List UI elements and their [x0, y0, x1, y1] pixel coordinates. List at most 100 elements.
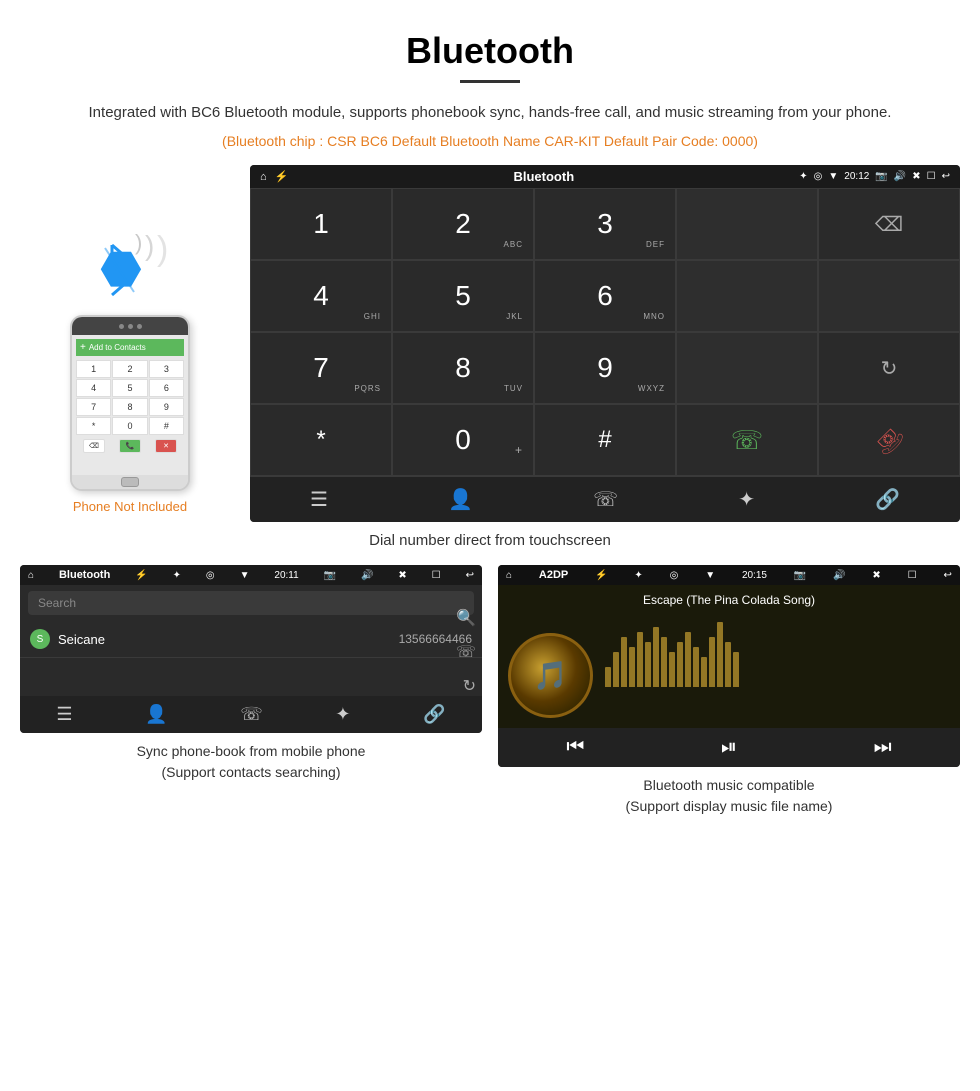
home-icon: ⌂ [260, 171, 267, 183]
wifi-icon: ▼ [828, 171, 838, 182]
music-time: 20:15 [742, 570, 767, 581]
hangup-button[interactable]: ☏ [818, 404, 960, 476]
next-button[interactable]: ⏭ [874, 736, 892, 759]
dial-caption: Dial number direct from touchscreen [0, 532, 980, 549]
backspace-button[interactable]: ⌫ [818, 188, 960, 260]
call-button[interactable]: ☏ [676, 404, 818, 476]
bt-icon[interactable]: ✦ [738, 487, 755, 512]
pb-bt-icon: ✦ [173, 570, 181, 581]
bt-status-icon: ✦ [799, 171, 807, 182]
key-2[interactable]: 2 ABC [392, 188, 534, 260]
music-window-icon: ☐ [908, 570, 917, 581]
music-vol-icon: 🔊 [833, 570, 845, 581]
pb-window-icon: ☐ [432, 570, 441, 581]
phonebook-action-bar: ☰ 👤 ☏ ✦ 🔗 [20, 696, 482, 733]
key-7[interactable]: 7 PQRS [250, 332, 392, 404]
pb-link-icon[interactable]: 🔗 [423, 704, 445, 725]
pb-bt-action-icon[interactable]: ✦ [335, 704, 350, 725]
phone-container: ) ) ) ⬣ [20, 165, 240, 514]
dialpad-screen-title: Bluetooth [513, 169, 574, 184]
phone-numpad: 1 2 3 4 5 6 7 8 9 * 0 # [76, 360, 184, 435]
contact-number: 13566664466 [399, 632, 472, 646]
phone-icon[interactable]: ☏ [593, 487, 618, 512]
usb-icon: ⚡ [275, 170, 289, 183]
svg-text:): ) [145, 230, 154, 261]
svg-text:): ) [157, 230, 168, 268]
close-icon: ✖ [912, 171, 920, 182]
pb-phone-icon[interactable]: ☏ [240, 704, 263, 725]
description-text: Integrated with BC6 Bluetooth module, su… [0, 101, 980, 125]
title-divider [460, 80, 520, 83]
album-art: 🎵 [508, 633, 593, 718]
dialpad-status-bar: ⌂ ⚡ Bluetooth ✦ ◎ ▼ 20:12 📷 🔊 ✖ ☐ ↩ [250, 165, 960, 188]
music-content: 🎵 [498, 623, 960, 728]
music-home-icon: ⌂ [506, 570, 512, 581]
bottom-screenshots: ⌂ Bluetooth ⚡ ✦ ◎ ▼ 20:11 📷 🔊 ✖ ☐ ↩ Sear… [0, 565, 980, 817]
key-9[interactable]: 9 WXYZ [534, 332, 676, 404]
pb-wifi-icon: ▼ [240, 570, 250, 581]
pb-location-icon: ◎ [206, 570, 215, 581]
phone-top-bar [72, 317, 188, 335]
display-area [676, 188, 818, 260]
pb-back-icon: ↩ [466, 570, 474, 581]
key-1[interactable]: 1 [250, 188, 392, 260]
pb-grid-icon[interactable]: ☰ [56, 704, 72, 725]
empty-cell-2 [818, 260, 960, 332]
key-0[interactable]: 0 + [392, 404, 534, 476]
music-camera-icon: 📷 [794, 570, 806, 581]
music-screen: ⌂ A2DP ⚡ ✦ ◎ ▼ 20:15 📷 🔊 ✖ ☐ ↩ Escape (T… [498, 565, 960, 767]
empty-cell-1 [676, 260, 818, 332]
phone-not-included-label: Phone Not Included [73, 499, 187, 514]
contacts-icon[interactable]: 👤 [448, 487, 473, 512]
pb-screen-title: Bluetooth [59, 569, 110, 581]
camera-icon: 📷 [875, 171, 887, 182]
location-icon: ◎ [814, 171, 823, 182]
dialpad-grid: 1 2 ABC 3 DEF ⌫ 4 GHI 5 JKL [250, 188, 960, 476]
contact-row: S Seicane 13566664466 [20, 621, 482, 658]
pb-time: 20:11 [274, 570, 298, 581]
key-6[interactable]: 6 MNO [534, 260, 676, 332]
sync-button[interactable]: ↻ [818, 332, 960, 404]
link-icon[interactable]: 🔗 [875, 487, 900, 512]
phone-screen: + Add to Contacts 1 2 3 4 5 6 7 8 9 * 0 … [72, 335, 188, 475]
music-status-bar: ⌂ A2DP ⚡ ✦ ◎ ▼ 20:15 📷 🔊 ✖ ☐ ↩ [498, 565, 960, 585]
contact-name: Seicane [58, 632, 399, 647]
phonebook-screenshot: ⌂ Bluetooth ⚡ ✦ ◎ ▼ 20:11 📷 🔊 ✖ ☐ ↩ Sear… [20, 565, 482, 817]
phone-action-row: ⌫ 📞 ✕ [76, 439, 184, 453]
dialpad-action-bar: ☰ 👤 ☏ ✦ 🔗 [250, 476, 960, 522]
music-caption: Bluetooth music compatible (Support disp… [626, 775, 833, 817]
music-usb-icon: ⚡ [595, 570, 607, 581]
pb-close-icon: ✖ [398, 570, 406, 581]
music-back-icon: ↩ [943, 570, 951, 581]
window-icon: ☐ [927, 171, 936, 182]
search-bar[interactable]: Search [28, 591, 474, 615]
phonebook-status-bar: ⌂ Bluetooth ⚡ ✦ ◎ ▼ 20:11 📷 🔊 ✖ ☐ ↩ [20, 565, 482, 585]
key-8[interactable]: 8 TUV [392, 332, 534, 404]
key-4[interactable]: 4 GHI [250, 260, 392, 332]
phone-screen-header: + Add to Contacts [76, 339, 184, 356]
main-section: ) ) ) ⬣ [0, 165, 980, 522]
pb-vol-icon: 🔊 [361, 570, 373, 581]
grid-icon[interactable]: ☰ [310, 487, 328, 512]
volume-icon: 🔊 [894, 171, 906, 182]
car-dialpad-screen: ⌂ ⚡ Bluetooth ✦ ◎ ▼ 20:12 📷 🔊 ✖ ☐ ↩ 1 [250, 165, 960, 522]
empty-cell-3 [676, 332, 818, 404]
key-5[interactable]: 5 JKL [392, 260, 534, 332]
play-pause-button[interactable]: ⏯ [721, 736, 737, 759]
pb-person-icon[interactable]: 👤 [145, 704, 167, 725]
phonebook-screen: ⌂ Bluetooth ⚡ ✦ ◎ ▼ 20:11 📷 🔊 ✖ ☐ ↩ Sear… [20, 565, 482, 733]
phone-mockup: + Add to Contacts 1 2 3 4 5 6 7 8 9 * 0 … [70, 315, 190, 491]
key-star[interactable]: * [250, 404, 392, 476]
album-bt-icon: 🎵 [533, 659, 568, 692]
equalizer [605, 637, 739, 687]
prev-button[interactable]: ⏮ [566, 736, 584, 759]
pb-usb-icon: ⚡ [135, 570, 147, 581]
phone-home-btn [121, 477, 139, 487]
music-location-icon: ◎ [670, 570, 679, 581]
music-close-icon: ✖ [872, 570, 880, 581]
contact-initial: S [30, 629, 50, 649]
key-3[interactable]: 3 DEF [534, 188, 676, 260]
time-display: 20:12 [844, 171, 869, 182]
key-hash[interactable]: # [534, 404, 676, 476]
page-title: Bluetooth [0, 0, 980, 80]
